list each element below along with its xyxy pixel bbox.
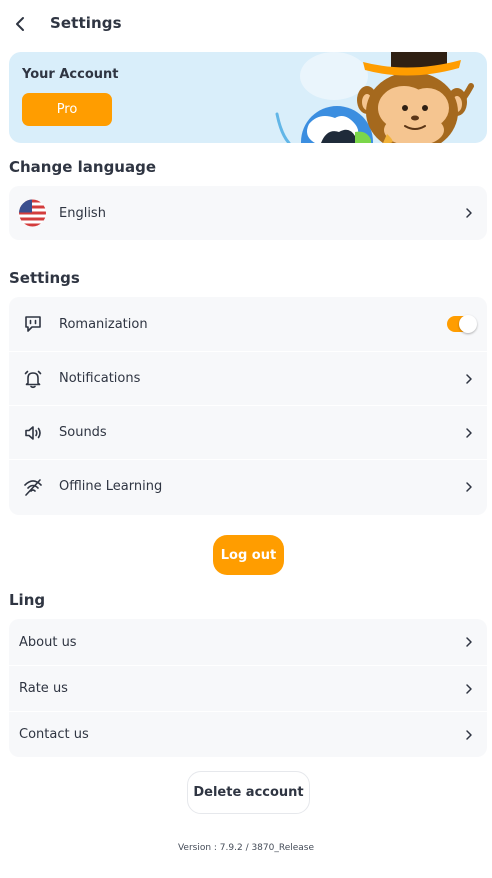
logout-button[interactable]: Log out bbox=[213, 535, 284, 575]
contact-us-label: Contact us bbox=[19, 727, 89, 742]
us-flag-icon bbox=[19, 199, 46, 227]
settings-row-offline-learning[interactable]: Offline Learning bbox=[9, 459, 487, 513]
ling-row-about-us[interactable]: About us bbox=[9, 619, 487, 665]
romanization-label: Romanization bbox=[59, 316, 148, 332]
current-language-label: English bbox=[59, 205, 106, 221]
romanization-toggle[interactable] bbox=[447, 315, 477, 333]
settings-row-sounds[interactable]: Sounds bbox=[9, 405, 487, 459]
ling-card: About us Rate us Contact us bbox=[9, 619, 487, 757]
settings-row-romanization[interactable]: Romanization bbox=[9, 297, 487, 351]
chevron-right-icon bbox=[463, 636, 475, 648]
monkey-mascot-illustration bbox=[275, 52, 474, 143]
version-label: Version : 7.9.2 / 3870_Release bbox=[177, 843, 315, 853]
chevron-right-icon bbox=[463, 683, 475, 695]
chevron-right-icon bbox=[463, 427, 475, 439]
sounds-label: Sounds bbox=[59, 425, 107, 440]
chevron-right-icon bbox=[463, 481, 475, 493]
ling-row-rate-us[interactable]: Rate us bbox=[9, 665, 487, 711]
header: Settings bbox=[0, 0, 492, 48]
speaker-icon bbox=[23, 423, 43, 443]
account-title: Your Account bbox=[22, 67, 119, 82]
language-row[interactable]: English bbox=[9, 186, 487, 240]
settings-heading: Settings bbox=[9, 269, 80, 287]
settings-row-notifications[interactable]: Notifications bbox=[9, 351, 487, 405]
language-card: English bbox=[9, 186, 487, 240]
pro-button[interactable]: Pro bbox=[22, 93, 112, 126]
chevron-right-icon bbox=[463, 729, 475, 741]
notifications-label: Notifications bbox=[59, 371, 141, 386]
back-button[interactable] bbox=[8, 12, 32, 36]
offline-learning-label: Offline Learning bbox=[59, 479, 163, 494]
chevron-left-icon bbox=[16, 17, 24, 31]
toggle-knob bbox=[459, 315, 477, 333]
about-us-label: About us bbox=[19, 634, 77, 650]
ling-row-contact-us[interactable]: Contact us bbox=[9, 711, 487, 757]
delete-account-button[interactable]: Delete account bbox=[187, 771, 310, 814]
chevron-right-icon bbox=[463, 373, 475, 385]
chevron-right-icon bbox=[463, 207, 475, 219]
bell-icon bbox=[23, 369, 43, 389]
ling-heading: Ling bbox=[9, 591, 46, 609]
settings-card: Romanization Notifications Sounds Offlin… bbox=[9, 297, 487, 515]
page-title: Settings bbox=[50, 14, 122, 32]
rate-us-label: Rate us bbox=[19, 681, 68, 696]
wifi-off-icon bbox=[23, 477, 43, 497]
change-language-heading: Change language bbox=[9, 158, 157, 176]
speech-bubble-icon bbox=[23, 314, 43, 334]
account-card[interactable]: Your Account Pro bbox=[9, 52, 487, 143]
